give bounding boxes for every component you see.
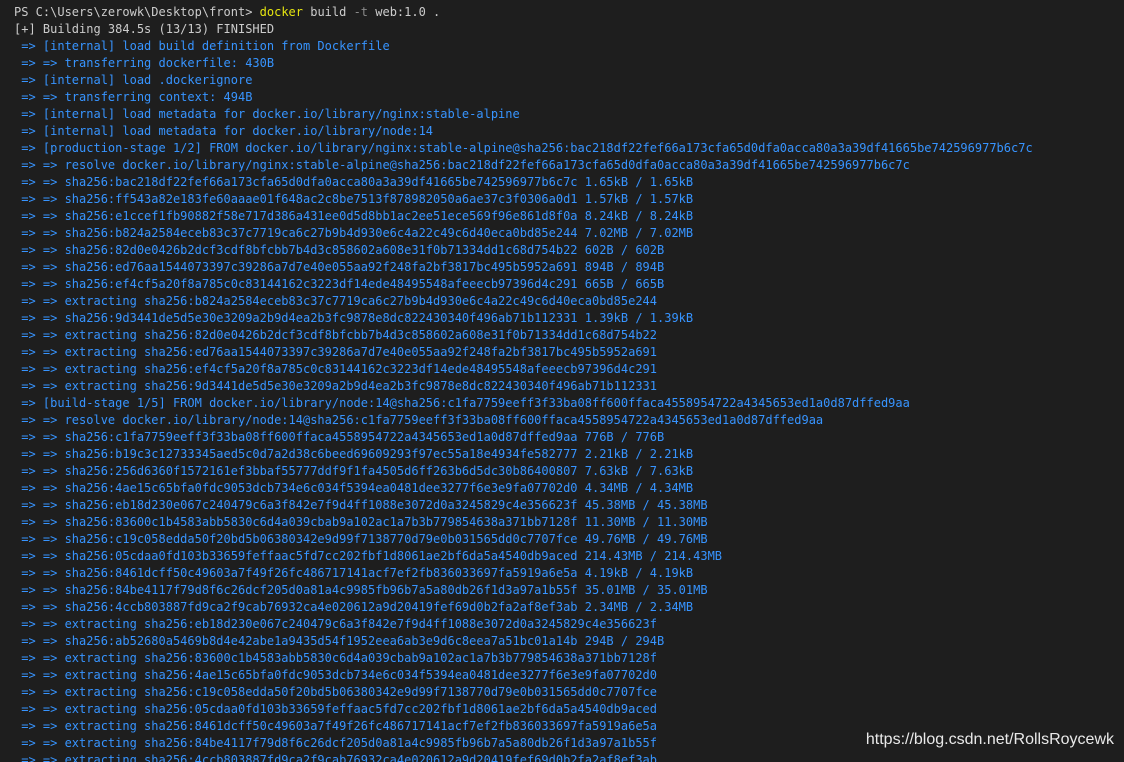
log-line: => => sha256:84be4117f79d8f6c26dcf205d0a… <box>14 583 708 597</box>
log-line: => => sha256:e1ccef1fb90882f58e717d386a4… <box>14 209 694 223</box>
log-line: => => sha256:ff543a82e183fe60aaae01f648a… <box>14 192 694 206</box>
log-line: => => sha256:83600c1b4583abb5830c6d4a039… <box>14 515 708 529</box>
log-line: => [production-stage 1/2] FROM docker.io… <box>14 141 1033 155</box>
log-line: => => sha256:05cdaa0fd103b33659feffaac5f… <box>14 549 723 563</box>
log-line: => => resolve docker.io/library/node:14@… <box>14 413 824 427</box>
log-line: => => sha256:8461dcff50c49603a7f49f26fc4… <box>14 566 694 580</box>
log-line: => => extracting sha256:82d0e0426b2dcf3c… <box>14 328 657 342</box>
log-line: => => sha256:4ae15c65bfa0fdc9053dcb734e6… <box>14 481 694 495</box>
log-line: => => extracting sha256:ef4cf5a20f8a785c… <box>14 362 657 376</box>
log-line: => => sha256:82d0e0426b2dcf3cdf8bfcbb7b4… <box>14 243 665 257</box>
build-log-output: => [internal] load build definition from… <box>14 38 1124 762</box>
command-args: web:1.0 . <box>368 5 441 19</box>
log-line: => [build-stage 1/5] FROM docker.io/libr… <box>14 396 910 410</box>
log-line: => => sha256:eb18d230e067c240479c6a3f842… <box>14 498 708 512</box>
log-line: => [internal] load .dockerignore <box>14 73 253 87</box>
log-line: => => extracting sha256:4ccb803887fd9ca2… <box>14 753 657 762</box>
prompt-line: PS C:\Users\zerowk\Desktop\front> docker… <box>14 4 1124 21</box>
log-line: => => sha256:9d3441de5d5e30e3209a2b9d4ea… <box>14 311 694 325</box>
log-line: => => extracting sha256:ed76aa1544073397… <box>14 345 657 359</box>
log-line: => => sha256:ed76aa1544073397c39286a7d7e… <box>14 260 665 274</box>
log-line: => => resolve docker.io/library/nginx:st… <box>14 158 910 172</box>
log-line: => => sha256:b824a2584eceb83c37c7719ca6c… <box>14 226 694 240</box>
log-line: => => sha256:b19c3c12733345aed5c0d7a2d38… <box>14 447 694 461</box>
log-line: => => extracting sha256:eb18d230e067c240… <box>14 617 657 631</box>
watermark-text: https://blog.csdn.net/RollsRoycewk <box>865 731 1114 748</box>
log-line: => => sha256:ab52680a5469b8d4e42abe1a943… <box>14 634 665 648</box>
terminal-window[interactable]: PS C:\Users\zerowk\Desktop\front> docker… <box>0 0 1124 762</box>
log-line: => => sha256:256d6360f1572161ef3bbaf5577… <box>14 464 694 478</box>
command-flag: -t <box>353 5 369 19</box>
log-line: => => extracting sha256:c19c058edda50f20… <box>14 685 657 699</box>
log-line: => => sha256:c19c058edda50f20bd5b0638034… <box>14 532 708 546</box>
log-line: => => extracting sha256:05cdaa0fd103b336… <box>14 702 657 716</box>
build-status-line: [+] Building 384.5s (13/13) FINISHED <box>14 22 275 36</box>
command-name: docker <box>259 5 303 19</box>
log-line: => => sha256:ef4cf5a20f8a785c0c83144162c… <box>14 277 665 291</box>
prompt-path: PS C:\Users\zerowk\Desktop\front> <box>14 5 260 19</box>
log-line: => => extracting sha256:9d3441de5d5e30e3… <box>14 379 657 393</box>
log-line: => => sha256:c1fa7759eeff3f33ba08ff600ff… <box>14 430 665 444</box>
log-line: => [internal] load metadata for docker.i… <box>14 107 520 121</box>
log-line: => => extracting sha256:83600c1b4583abb5… <box>14 651 657 665</box>
log-line: => => transferring context: 494B <box>14 90 253 104</box>
log-line: => [internal] load metadata for docker.i… <box>14 124 434 138</box>
log-line: => => transferring dockerfile: 430B <box>14 56 275 70</box>
log-line: => [internal] load build definition from… <box>14 39 390 53</box>
log-line: => => sha256:bac218df22fef66a173cfa65d0d… <box>14 175 694 189</box>
log-line: => => sha256:4ccb803887fd9ca2f9cab76932c… <box>14 600 694 614</box>
command-subcommand: build <box>303 5 354 19</box>
log-line: => => extracting sha256:4ae15c65bfa0fdc9… <box>14 668 657 682</box>
log-line: => => extracting sha256:b824a2584eceb83c… <box>14 294 657 308</box>
